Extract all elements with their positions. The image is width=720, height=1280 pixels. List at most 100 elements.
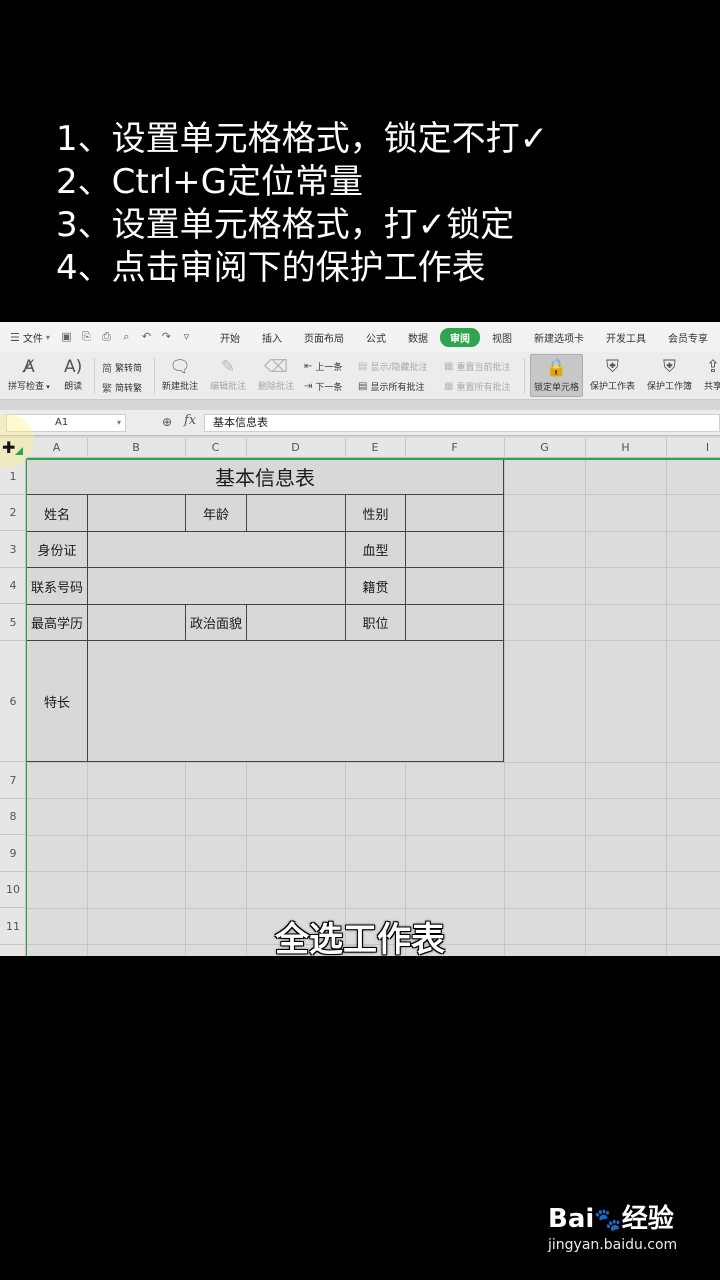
input-name[interactable]	[87, 494, 186, 532]
label-specialty[interactable]: 特长	[26, 640, 88, 762]
file-menu[interactable]: ☰ 文件 ▾	[10, 330, 50, 345]
row-header-4[interactable]: 4	[0, 568, 26, 604]
tab-insert[interactable]: 插入	[252, 328, 292, 347]
label-position[interactable]: 职位	[345, 604, 406, 641]
baidu-logo: Bai🐾经验	[548, 1204, 674, 1234]
video-caption: 全选工作表	[275, 920, 445, 960]
prev-comment-button[interactable]: ⇤ 上一条	[304, 360, 342, 373]
column-header-d[interactable]: D	[246, 438, 346, 458]
tab-page-layout[interactable]: 页面布局	[294, 328, 354, 347]
column-header-a[interactable]: A	[26, 438, 88, 458]
new-comment-button[interactable]: 🗨 新建批注	[162, 357, 198, 392]
spell-check-button[interactable]: A̸ 拼写检查 ▾	[8, 357, 50, 392]
label-blood-type[interactable]: 血型	[345, 531, 406, 568]
input-phone[interactable]	[87, 567, 346, 605]
delete-comment-button[interactable]: ⌫ 删除批注	[258, 357, 294, 392]
row-header-5[interactable]: 5	[0, 604, 26, 641]
row-header-8[interactable]: 8	[0, 799, 26, 835]
label-education[interactable]: 最高学历	[26, 604, 88, 641]
column-header-e[interactable]: E	[345, 438, 406, 458]
label-gender[interactable]: 性别	[345, 494, 406, 532]
lock-cell-button[interactable]: 🔒 锁定单元格	[530, 354, 584, 397]
next-comment-button[interactable]: ⇥ 下一条	[304, 380, 342, 393]
fx-icon[interactable]: fx	[184, 413, 196, 428]
column-header-g[interactable]: G	[504, 438, 586, 458]
column-header-i[interactable]: I	[666, 438, 720, 458]
tab-data[interactable]: 数据	[398, 328, 438, 347]
print-preview-icon[interactable]: ⌕	[120, 331, 133, 343]
label-native-place[interactable]: 籍贯	[345, 567, 406, 605]
next-comment-icon: ⇥	[304, 381, 313, 392]
label-politics[interactable]: 政治面貌	[185, 604, 247, 641]
show-all-comments-icon: ▤	[358, 381, 368, 392]
redo-icon[interactable]: ↷	[160, 331, 173, 343]
input-age[interactable]	[246, 494, 346, 532]
protect-workbook-button[interactable]: ⛨ 保护工作簿	[647, 357, 692, 392]
reset-all-comments-button[interactable]: ▦ 重置所有批注	[444, 380, 510, 393]
input-specialty[interactable]	[87, 640, 504, 762]
input-id-card[interactable]	[87, 531, 346, 568]
tab-formulas[interactable]: 公式	[356, 328, 396, 347]
instruction-3: 3、设置单元格格式，打✓锁定	[56, 205, 515, 245]
delete-comment-icon: ⌫	[263, 357, 289, 377]
label-phone[interactable]: 联系号码	[26, 567, 88, 605]
trad-to-simp-button[interactable]: 简 繁转简	[102, 360, 142, 375]
read-aloud-button[interactable]: A) 朗读	[64, 357, 82, 392]
row-header-9[interactable]: 9	[0, 835, 26, 872]
tab-new-tab[interactable]: 新建选项卡	[524, 328, 594, 347]
label-name[interactable]: 姓名	[26, 494, 88, 532]
reset-all-comments-icon: ▦	[444, 381, 454, 392]
column-header-f[interactable]: F	[405, 438, 505, 458]
paw-icon: 🐾	[594, 1208, 622, 1233]
row-header-2[interactable]: 2	[0, 495, 26, 531]
menubar: ☰ 文件 ▾ ▣ ⎘ ⎙ ⌕ ↶ ↷ ▿ 开始 插入 页面布局 公式 数据 审阅…	[0, 322, 720, 352]
share-button[interactable]: ⇪ 共享	[704, 357, 720, 392]
tab-member[interactable]: 会员专享	[658, 328, 718, 347]
label-id-card[interactable]: 身份证	[26, 531, 88, 568]
row-header-7[interactable]: 7	[0, 762, 26, 799]
input-native-place[interactable]	[405, 567, 504, 605]
input-position[interactable]	[405, 604, 504, 641]
tab-view[interactable]: 视图	[482, 328, 522, 347]
watermark-url: jingyan.baidu.com	[548, 1237, 678, 1253]
edit-comment-button[interactable]: ✎ 编辑批注	[210, 357, 246, 392]
simp-to-trad-button[interactable]: 繁 简转繁	[102, 380, 142, 395]
row-header-10[interactable]: 10	[0, 872, 26, 908]
protect-sheet-button[interactable]: ⛨ 保护工作表	[590, 357, 635, 392]
tab-home[interactable]: 开始	[210, 328, 250, 347]
label-age[interactable]: 年龄	[185, 494, 247, 532]
customize-quick-access-icon[interactable]: ▿	[180, 331, 193, 343]
chevron-down-icon: ▾	[45, 332, 50, 342]
input-blood-type[interactable]	[405, 531, 504, 568]
table-title[interactable]: 基本信息表	[26, 458, 504, 495]
export-icon[interactable]: ⎘	[80, 331, 93, 343]
ribbon-review: A̸ 拼写检查 ▾ A) 朗读 简 繁转简 繁 简转繁 🗨 新建批注 ✎ 编辑批…	[0, 352, 720, 400]
column-header-b[interactable]: B	[87, 438, 186, 458]
read-aloud-icon: A)	[64, 357, 83, 377]
formula-input[interactable]: 基本信息表	[204, 414, 720, 432]
cross-cursor-icon: ✚	[2, 438, 16, 457]
selection-border	[26, 458, 720, 460]
input-education[interactable]	[87, 604, 186, 641]
tab-developer[interactable]: 开发工具	[596, 328, 656, 347]
row-header-6[interactable]: 6	[0, 641, 26, 762]
row-header-3[interactable]: 3	[0, 531, 26, 568]
zoom-icon[interactable]: ⊕	[162, 415, 172, 429]
save-icon[interactable]: ▣	[60, 331, 73, 343]
undo-icon[interactable]: ↶	[140, 331, 153, 343]
spell-check-icon: A̸	[23, 357, 35, 377]
file-menu-label: 文件	[22, 333, 43, 345]
show-all-comments-button[interactable]: ▤ 显示所有批注	[358, 380, 424, 393]
worksheet[interactable]: 基本信息表 姓名 年龄 性别 身份证 血型 联系号码 籍贯 最高学历 政治面貌 …	[0, 414, 720, 956]
print-icon[interactable]: ⎙	[100, 331, 113, 343]
column-header-h[interactable]: H	[585, 438, 667, 458]
input-politics[interactable]	[246, 604, 346, 641]
show-hide-comment-button[interactable]: ▤ 显示/隐藏批注	[358, 360, 428, 373]
input-gender[interactable]	[405, 494, 504, 532]
protect-workbook-icon: ⛨	[663, 357, 676, 377]
tab-review[interactable]: 审阅	[440, 327, 480, 347]
select-all-corner[interactable]: ✚	[0, 414, 34, 468]
edit-comment-icon: ✎	[220, 357, 236, 377]
column-header-c[interactable]: C	[185, 438, 247, 458]
reset-current-comment-button[interactable]: ▦ 重置当前批注	[444, 360, 510, 373]
